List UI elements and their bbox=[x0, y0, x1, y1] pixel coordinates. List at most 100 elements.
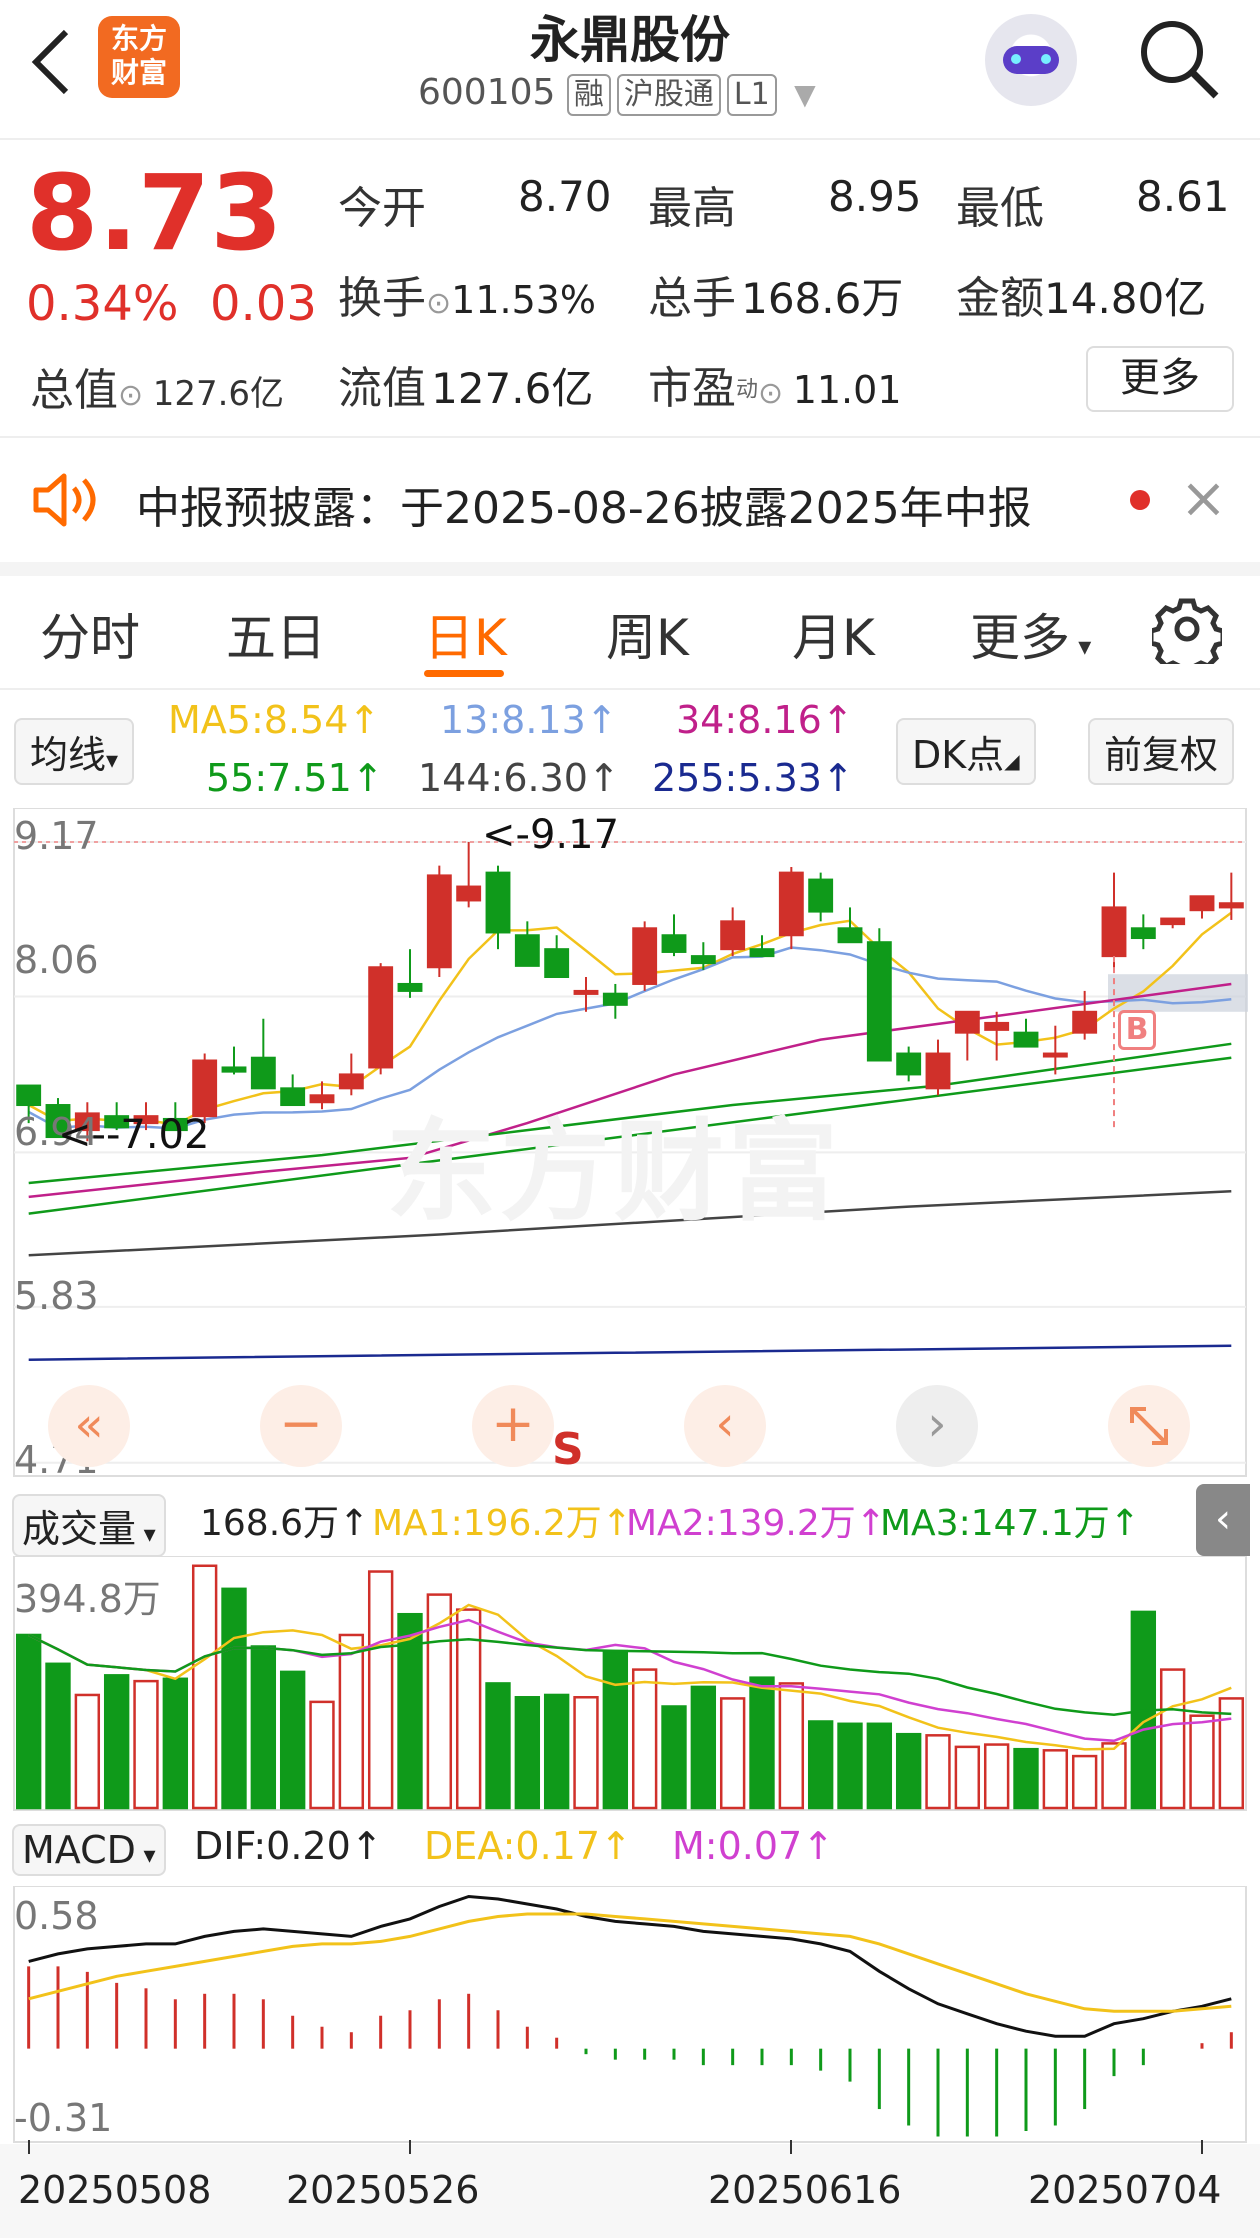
change-amount: 0.03 bbox=[210, 276, 317, 332]
settings-gear-icon[interactable] bbox=[1148, 594, 1226, 676]
eye-icon[interactable]: ⊙ bbox=[758, 376, 793, 411]
robot-avatar-icon[interactable] bbox=[985, 14, 1077, 106]
divider bbox=[0, 562, 1260, 576]
eye-icon[interactable]: ⊙ bbox=[426, 286, 451, 321]
volume-bar bbox=[690, 1685, 717, 1810]
candle-body bbox=[573, 989, 599, 995]
candle-body bbox=[925, 1052, 951, 1090]
tab-intraday[interactable]: 分时 bbox=[40, 598, 140, 670]
tab-more[interactable]: 更多 ▾ bbox=[970, 598, 1091, 670]
close-icon[interactable]: × bbox=[1180, 466, 1227, 531]
volume-bar bbox=[837, 1722, 863, 1810]
candle-body bbox=[309, 1094, 335, 1104]
candle-body bbox=[1160, 917, 1186, 926]
volume-bar bbox=[543, 1693, 570, 1810]
scroll-left-button[interactable]: ‹ bbox=[684, 1385, 766, 1467]
dk-point-button[interactable]: DK点◢ bbox=[896, 718, 1036, 785]
macd-axis-min: -0.31 bbox=[14, 2096, 113, 2140]
volume-bar bbox=[221, 1587, 247, 1810]
macd-selector[interactable]: MACD ▾ bbox=[12, 1824, 166, 1876]
chevron-down-icon[interactable]: ▼ bbox=[794, 78, 816, 111]
candle-body bbox=[368, 966, 394, 1069]
volume-bar bbox=[602, 1649, 629, 1810]
candle-body bbox=[514, 934, 540, 967]
current-price: 8.73 bbox=[26, 152, 283, 274]
price-axis-label: 5.83 bbox=[14, 1274, 99, 1318]
ma-selector[interactable]: 均线▾ bbox=[14, 718, 135, 785]
stock-code-row: 600105 融沪股通 L1 ▼ bbox=[418, 72, 816, 116]
price-adjust-button[interactable]: 前复权 bbox=[1088, 718, 1235, 785]
zoom-in-button[interactable]: + bbox=[472, 1385, 554, 1467]
volume-bar bbox=[925, 1734, 951, 1810]
volume-axis-label: 394.8万 bbox=[14, 1577, 161, 1621]
stock-code: 600105 bbox=[418, 72, 556, 113]
tab-daily-k[interactable]: 日K bbox=[424, 598, 507, 670]
search-icon bbox=[1141, 21, 1219, 99]
volume-bar bbox=[191, 1564, 218, 1810]
pe-ratio: 市盈动⊙ 11.01 bbox=[648, 363, 902, 414]
more-button[interactable]: 更多 bbox=[1086, 346, 1234, 412]
candle-body bbox=[338, 1073, 364, 1090]
candle-body bbox=[632, 927, 658, 985]
volume-ma2: MA2:139.2万↑ bbox=[626, 1503, 886, 1544]
scroll-right-button[interactable]: › bbox=[896, 1385, 978, 1467]
volume-bar bbox=[103, 1674, 130, 1810]
ma13-label: 13:8.13↑ bbox=[440, 698, 618, 742]
candle-body bbox=[1101, 906, 1127, 958]
candle-body bbox=[866, 941, 892, 1062]
divider bbox=[0, 138, 1260, 140]
tab-five-day[interactable]: 五日 bbox=[226, 598, 326, 670]
macd-dif: DIF:0.20↑ bbox=[194, 1824, 383, 1868]
date-tick bbox=[27, 2140, 30, 2154]
divider bbox=[0, 688, 1260, 690]
candle-body bbox=[778, 871, 804, 937]
candle-body bbox=[456, 885, 482, 902]
eye-icon[interactable]: ⊙ bbox=[118, 378, 153, 413]
ma255-label: 255:5.33↑ bbox=[652, 756, 854, 800]
divider bbox=[0, 436, 1260, 438]
candle-body bbox=[397, 982, 423, 992]
search-button[interactable] bbox=[1134, 14, 1224, 104]
candle-body bbox=[749, 948, 775, 958]
volume-bar bbox=[1042, 1749, 1069, 1810]
volume-bar bbox=[279, 1670, 306, 1810]
volume-bar bbox=[367, 1570, 394, 1810]
volume-bar bbox=[719, 1697, 746, 1810]
zoom-out-button[interactable]: − bbox=[260, 1385, 342, 1467]
collapse-panel-button[interactable]: ‹ bbox=[1196, 1484, 1250, 1556]
buy-marker: B bbox=[1118, 1010, 1156, 1050]
volume-bar bbox=[514, 1696, 541, 1810]
date-tick bbox=[790, 2140, 793, 2154]
volume-selector[interactable]: 成交量 ▾ bbox=[12, 1494, 166, 1557]
open-value: 8.70 bbox=[518, 172, 612, 221]
tab-monthly-k[interactable]: 月K bbox=[792, 598, 875, 670]
volume-bar bbox=[573, 1696, 599, 1810]
notice-text[interactable]: 中报预披露：于2025-08-26披露2025年中报 bbox=[136, 472, 1032, 536]
candle-body bbox=[808, 878, 834, 913]
candle-body bbox=[1042, 1052, 1068, 1058]
date-label: 20250508 bbox=[18, 2168, 212, 2212]
ma255-line bbox=[28, 1344, 1232, 1361]
float-value: 流值 127.6亿 bbox=[338, 363, 594, 414]
scroll-left-fast-button[interactable]: « bbox=[48, 1385, 130, 1467]
speaker-icon bbox=[30, 470, 100, 530]
tag-connect: 沪股通 bbox=[616, 74, 721, 116]
date-tick bbox=[1201, 2140, 1203, 2154]
macd-chart bbox=[13, 1886, 1247, 2143]
tab-weekly-k[interactable]: 周K bbox=[606, 598, 689, 670]
candle-body bbox=[602, 992, 628, 1006]
date-label: 20250616 bbox=[708, 2168, 902, 2212]
candle-body bbox=[426, 874, 452, 969]
volume-total: 总手 168.6万 bbox=[648, 273, 904, 324]
candle-body bbox=[1130, 927, 1156, 940]
candle-body bbox=[192, 1059, 218, 1118]
volume-bar bbox=[778, 1682, 805, 1810]
tag-margin: 融 bbox=[566, 74, 611, 116]
volume-bar bbox=[485, 1682, 511, 1810]
high-label: 最高 bbox=[648, 183, 736, 234]
tag-level: L1 bbox=[726, 74, 777, 116]
macd-m: M:0.07↑ bbox=[672, 1824, 835, 1868]
candle-body bbox=[1189, 895, 1215, 912]
fullscreen-icon[interactable] bbox=[1108, 1385, 1190, 1467]
volume-bar bbox=[1101, 1742, 1127, 1810]
